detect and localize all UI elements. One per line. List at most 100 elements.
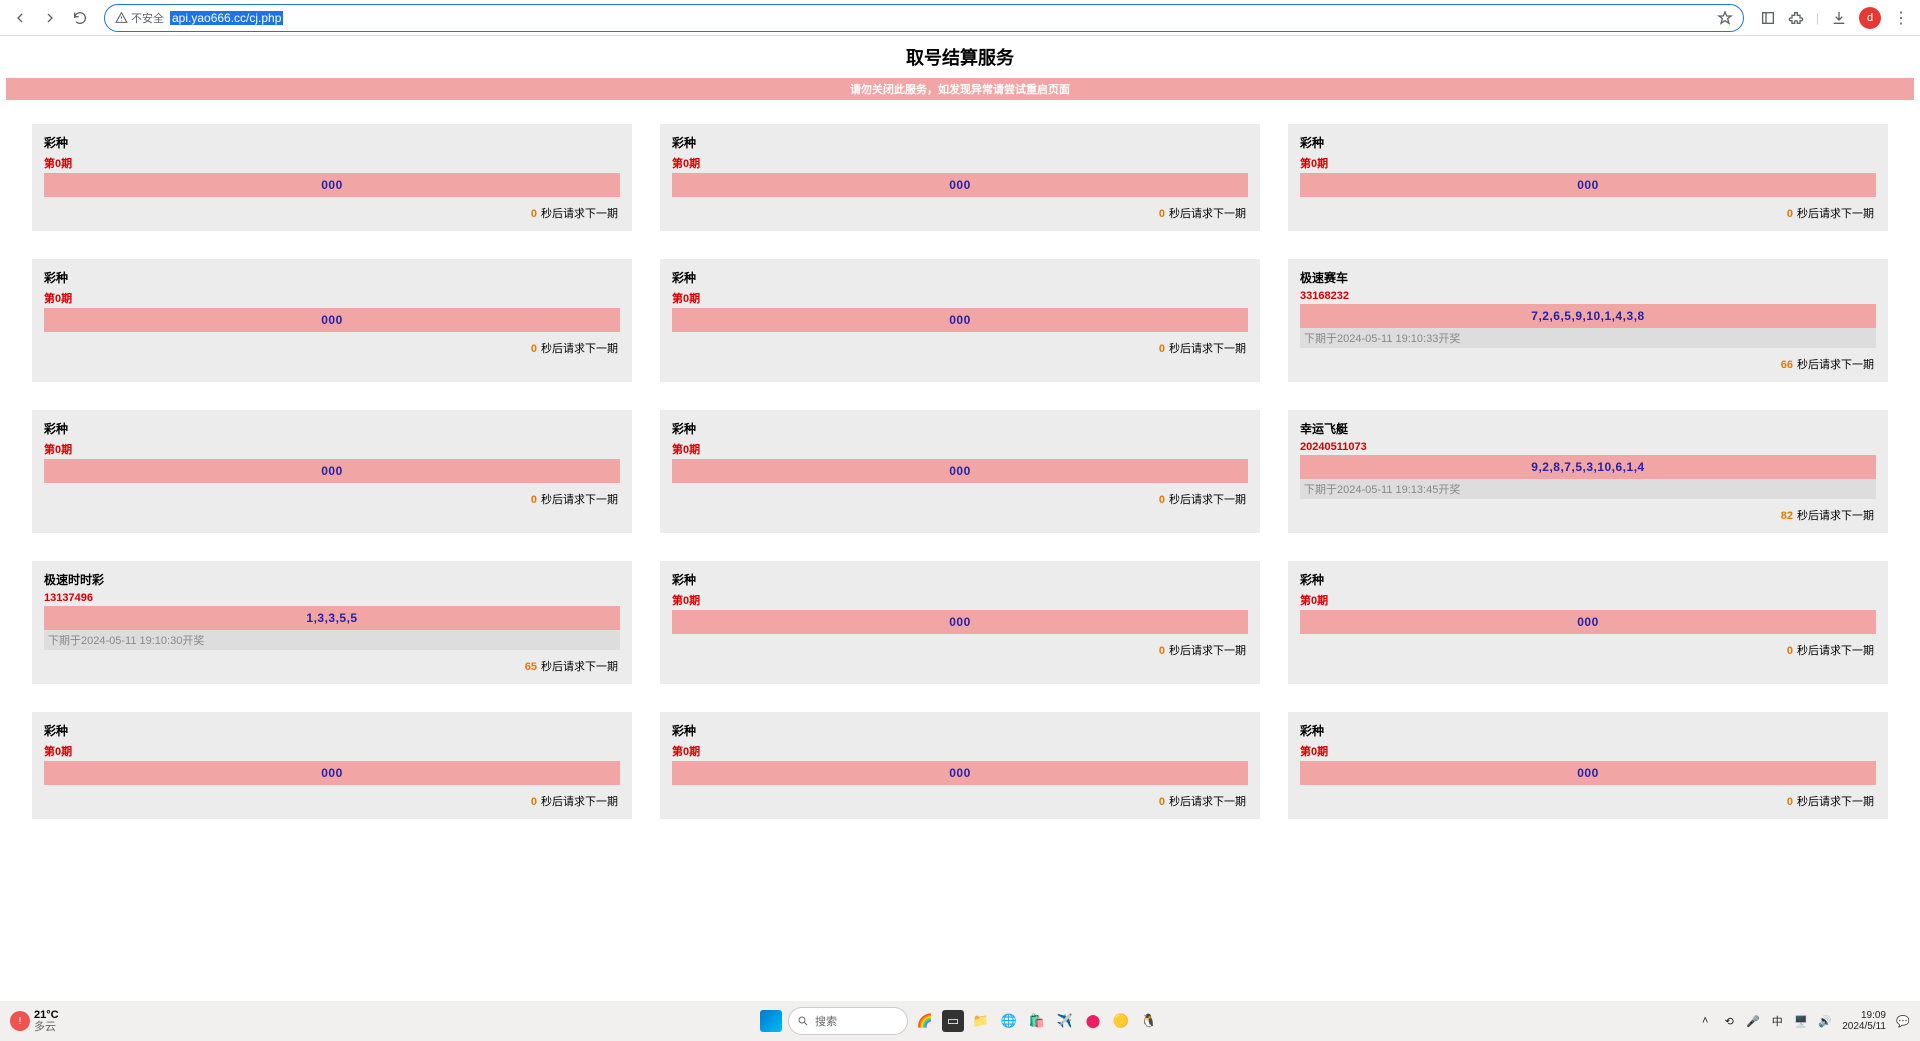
countdown-row: 0秒后请求下一期 [44,197,620,223]
countdown-seconds: 0 [1159,494,1165,506]
countdown-seconds: 0 [531,343,537,355]
reload-button[interactable] [68,6,92,30]
notifications-icon[interactable]: 💬 [1896,1014,1910,1028]
forward-button[interactable] [38,6,62,30]
numbers-bar: 000 [672,761,1248,785]
extension-icon[interactable] [1788,10,1804,26]
countdown-seconds: 0 [1787,645,1793,657]
star-icon[interactable] [1717,10,1733,26]
countdown-row: 0秒后请求下一期 [1300,634,1876,660]
countdown-row: 0秒后请求下一期 [672,634,1248,660]
card-title: 彩种 [1300,571,1876,588]
countdown-suffix: 秒后请求下一期 [1169,208,1246,220]
start-button[interactable] [760,1010,782,1032]
countdown-seconds: 66 [1781,359,1793,371]
countdown-suffix: 秒后请求下一期 [541,343,618,355]
countdown-row: 0秒后请求下一期 [44,785,620,811]
next-draw-info: 下期于2024-05-11 19:13:45开奖 [1300,479,1876,499]
browser-chrome: 不安全 api.yao666.cc/cj.php | d ⋮ [0,0,1920,36]
edge-icon[interactable]: 🌐 [998,1010,1020,1032]
card-title: 彩种 [672,134,1248,151]
network-icon[interactable]: 🖥️ [1794,1014,1808,1028]
cards-grid: 彩种第0期0000秒后请求下一期彩种第0期0000秒后请求下一期彩种第0期000… [6,114,1914,839]
countdown-seconds: 82 [1781,510,1793,522]
system-tray: ˄ ⟲ 🎤 中 🖥️ 🔊 19:09 2024/5/11 💬 [1698,1010,1910,1033]
card-period: 20240511073 [1300,441,1876,453]
countdown-row: 66 秒后请求下一期 [1300,348,1876,374]
address-bar[interactable]: 不安全 api.yao666.cc/cj.php [104,4,1744,32]
countdown-seconds: 0 [1159,208,1165,220]
countdown-suffix: 秒后请求下一期 [1797,359,1874,371]
clock[interactable]: 19:09 2024/5/11 [1842,1010,1886,1033]
taskbar-app-6[interactable]: ✈️ [1054,1010,1076,1032]
numbers-bar: 000 [1300,610,1876,634]
countdown-row: 0秒后请求下一期 [672,785,1248,811]
next-draw-info: 下期于2024-05-11 19:10:33开奖 [1300,328,1876,348]
divider: | [1816,11,1819,25]
card-period: 第0期 [44,743,620,759]
numbers-bar: 000 [44,173,620,197]
countdown-row: 0秒后请求下一期 [1300,197,1876,223]
store-icon[interactable]: 🛍️ [1026,1010,1048,1032]
countdown-seconds: 0 [1787,208,1793,220]
taskbar-center: 搜索 🌈 ▭ 📁 🌐 🛍️ ✈️ ⬤ 🟡 🐧 [760,1007,1160,1035]
mic-icon[interactable]: 🎤 [1746,1014,1760,1028]
lottery-card: 彩种第0期0000秒后请求下一期 [32,410,632,533]
next-draw-info: 下期于2024-05-11 19:10:30开奖 [44,630,620,650]
countdown-row: 0秒后请求下一期 [672,483,1248,509]
lottery-card: 彩种第0期0000秒后请求下一期 [1288,712,1888,819]
countdown-suffix: 秒后请求下一期 [1169,796,1246,808]
menu-button[interactable]: ⋮ [1893,8,1908,28]
numbers-bar: 1,3,3,5,5 [44,606,620,630]
card-title: 彩种 [1300,134,1876,151]
warning-icon [115,11,128,24]
qq-icon[interactable]: 🐧 [1138,1010,1160,1032]
numbers-bar: 7,2,6,5,9,10,1,4,3,8 [1300,304,1876,328]
panel-icon[interactable] [1760,10,1776,26]
chrome-actions: | d ⋮ [1756,7,1912,29]
numbers-bar: 000 [44,761,620,785]
countdown-suffix: 秒后请求下一期 [541,494,618,506]
volume-icon[interactable]: 🔊 [1818,1014,1832,1028]
file-explorer-icon[interactable]: 📁 [970,1010,992,1032]
cloud-sync-icon[interactable]: ⟲ [1722,1014,1736,1028]
countdown-seconds: 0 [531,796,537,808]
lottery-card: 彩种第0期 0000秒后请求下一期 [660,712,1260,819]
numbers-bar: 000 [1300,761,1876,785]
card-period: 第0期 [1300,743,1876,759]
taskbar-app-2[interactable]: ▭ [942,1010,964,1032]
reload-icon [72,10,88,26]
numbers-bar: 9,2,8,7,5,3,10,6,1,4 [1300,455,1876,479]
card-title: 彩种 [672,722,1248,739]
countdown-row: 0 秒后请求下一期 [1300,785,1876,811]
countdown-seconds: 0 [1787,796,1793,808]
countdown-seconds: 0 [1159,343,1165,355]
card-title: 幸运飞艇 [1300,420,1876,437]
countdown-suffix: 秒后请求下一期 [1797,796,1874,808]
countdown-seconds: 0 [531,208,537,220]
back-button[interactable] [8,6,32,30]
taskbar-app-7[interactable]: ⬤ [1082,1010,1104,1032]
search-box[interactable]: 搜索 [788,1007,908,1035]
search-icon [797,1015,809,1027]
date-text: 2024/5/11 [1842,1021,1886,1033]
weather-temp: 21°C [34,1009,59,1021]
security-label: 不安全 [131,10,164,26]
weather-widget[interactable]: ! 21°C 多云 [10,1009,59,1033]
countdown-seconds: 0 [531,494,537,506]
card-period: 第0期 [44,290,620,306]
taskbar-app-1[interactable]: 🌈 [914,1010,936,1032]
countdown-suffix: 秒后请求下一期 [1169,645,1246,657]
page-content: 取号结算服务 请勿关闭此服务，如发现异常请尝试重启页面 彩种第0期0000秒后请… [0,36,1920,1001]
tray-chevron-icon[interactable]: ˄ [1698,1014,1712,1028]
card-period: 第0期 [672,743,1248,759]
avatar[interactable]: d [1859,7,1881,29]
download-icon[interactable] [1831,10,1847,26]
lottery-card: 彩种第0期0000秒后请求下一期 [660,124,1260,231]
countdown-suffix: 秒后请求下一期 [1169,343,1246,355]
ime-indicator[interactable]: 中 [1770,1014,1784,1028]
card-period: 第0期 [672,290,1248,306]
chrome-icon[interactable]: 🟡 [1110,1010,1132,1032]
lottery-card: 彩种第0期0000秒后请求下一期 [32,259,632,382]
arrow-right-icon [42,10,58,26]
